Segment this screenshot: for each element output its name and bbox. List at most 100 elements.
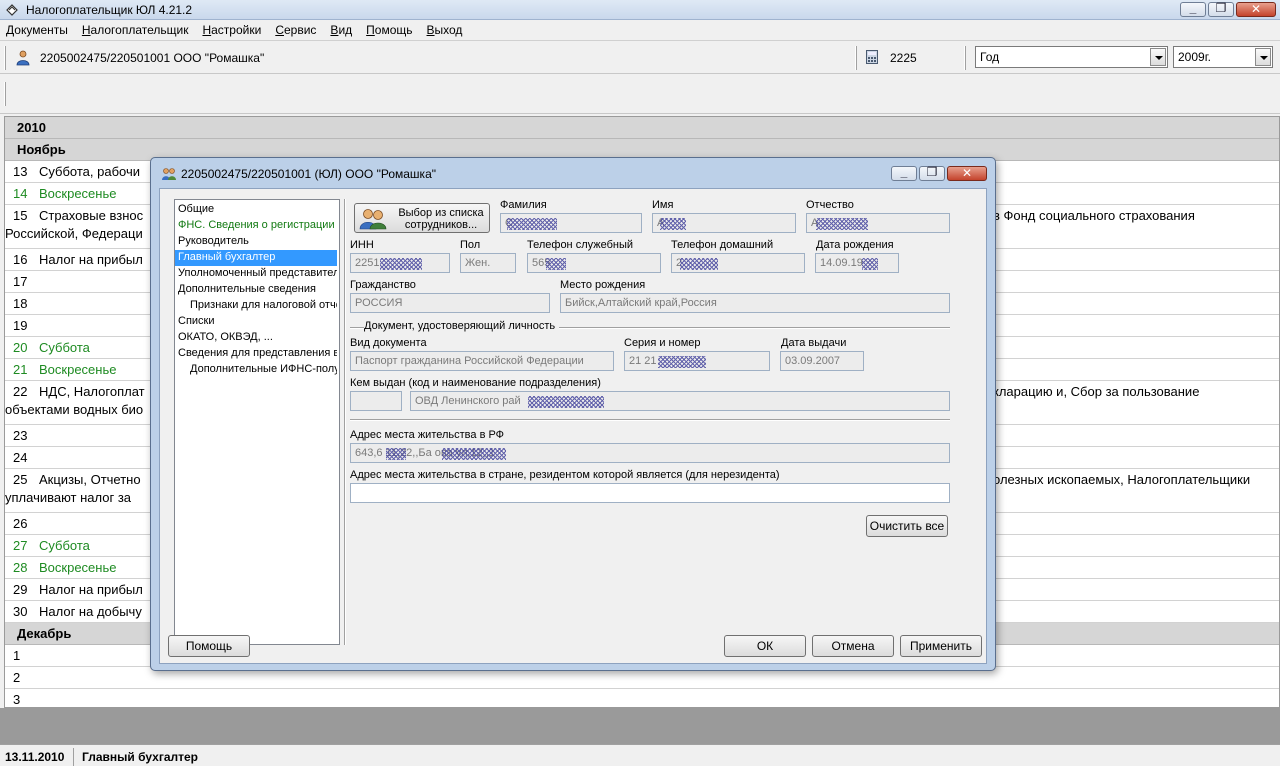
calendar-day-events: Налог на добычу <box>39 604 142 619</box>
clear-all-button[interactable]: Очистить все <box>866 515 948 537</box>
calendar-day-events: Суббота, рабочи <box>39 164 141 179</box>
calendar-day-events: Суббота <box>39 340 90 355</box>
status-date: 13.11.2010 <box>0 748 74 766</box>
name-label: Имя <box>652 199 674 211</box>
calendar-month-name: Декабрь <box>17 626 72 641</box>
gender-value: Жен. <box>465 257 491 269</box>
nav-item[interactable]: Дополнительные ИФНС-получатели <box>187 362 337 378</box>
issue-date-field[interactable]: 03.09.2007 <box>780 351 864 371</box>
section-tree: Общие ФНС. Сведения о регистрации Руководи… <box>174 199 340 645</box>
calendar-day-number: 13 <box>13 164 28 179</box>
calendar-day-number: 16 <box>13 252 28 267</box>
citizenship-label: Гражданство <box>350 279 416 291</box>
calendar-year: 2010 <box>17 120 46 135</box>
gender-field[interactable]: Жен. <box>460 253 516 273</box>
nav-item[interactable]: Руководитель <box>175 234 337 250</box>
redaction-mark <box>380 258 422 270</box>
redaction-mark <box>507 218 557 230</box>
doc-type-field[interactable]: Паспорт гражданина Российской Федерации <box>350 351 614 371</box>
issued-by-value: ОВД Ленинского рай <box>415 395 521 407</box>
menu-exit[interactable]: Выход <box>427 23 463 37</box>
dialog-close-button[interactable]: ✕ <box>947 166 987 181</box>
nav-item[interactable]: Сведения для представления в <box>175 346 337 362</box>
period-year-select[interactable]: 2009г. <box>1173 46 1273 68</box>
calendar-day-number: 22 <box>13 384 28 399</box>
menu-view[interactable]: Вид <box>330 23 352 37</box>
address-rf-label: Адрес места жительства в РФ <box>350 429 505 441</box>
address-rf-field[interactable]: 643,6 11,22,,Ба ова ул,12,,1 <box>350 443 950 463</box>
calendar-day-events: Налог на прибыл <box>39 252 143 267</box>
address-foreign-field[interactable] <box>350 483 950 503</box>
toolbar-grip[interactable] <box>964 46 966 70</box>
birth-date-field[interactable]: 14.09.19 <box>815 253 899 273</box>
nav-item[interactable]: Списки <box>175 314 337 330</box>
pick-employee-button[interactable]: Выбор из списка сотрудников... <box>354 203 490 233</box>
dialog-minimize-button[interactable]: _ <box>891 165 917 181</box>
toolbar-grip[interactable] <box>855 46 857 70</box>
calendar-day-events: Воскресенье <box>39 560 117 575</box>
calendar-day-number: 27 <box>13 538 28 553</box>
menu-help[interactable]: Помощь <box>366 23 412 37</box>
status-bar: 13.11.2010 Главный бухгалтер <box>0 744 1280 766</box>
menu-documents[interactable]: Документы <box>6 23 68 37</box>
nav-item[interactable]: Главный бухгалтер <box>175 250 337 266</box>
series-number-label: Серия и номер <box>624 337 701 349</box>
calendar-day-row[interactable]: 3 <box>5 689 1279 707</box>
toolbar-grip[interactable] <box>4 82 6 106</box>
ok-button[interactable]: ОК <box>724 635 806 657</box>
calendar-day-events: Воскресенье <box>39 186 117 201</box>
app-icon <box>6 4 18 16</box>
chevron-down-icon[interactable] <box>1255 48 1271 66</box>
chevron-down-icon[interactable] <box>1150 48 1166 66</box>
calendar-day-events: Страховые взнос <box>39 208 144 223</box>
pick-employee-label: Выбор из списка сотрудников... <box>398 207 484 231</box>
calendar-day-events-line2: объектами водных био <box>5 402 144 417</box>
gender-label: Пол <box>460 239 481 251</box>
restore-button[interactable]: ❐ <box>1208 1 1234 17</box>
calendar-empty-area <box>0 708 1280 744</box>
help-button[interactable]: Помощь <box>168 635 250 657</box>
nav-item[interactable]: Общие <box>175 202 337 218</box>
issue-date-label: Дата выдачи <box>781 337 847 349</box>
issued-by-field[interactable]: ОВД Ленинского рай <box>410 391 950 411</box>
redaction-mark <box>658 356 706 368</box>
menu-taxpayer[interactable]: Налогоплательщик <box>82 23 189 37</box>
period-year-value: 2009г. <box>1178 50 1211 64</box>
calendar-day-events-continued: олезных ископаемых, Налогоплательщики <box>993 472 1251 487</box>
surname-label: Фамилия <box>500 199 547 211</box>
toolbar-grip[interactable] <box>4 46 6 70</box>
birth-date-label: Дата рождения <box>816 239 894 251</box>
app-title-bar: Налогоплательщик ЮЛ 4.21.2 _ ❐ ✕ <box>0 0 1280 20</box>
issued-by-code-field[interactable] <box>350 391 402 411</box>
calendar-day-events: Налог на прибыл <box>39 582 143 597</box>
menu-settings[interactable]: Настройки <box>202 23 261 37</box>
nav-item[interactable]: ФНС. Сведения о регистрации <box>175 218 337 234</box>
period-type-select[interactable]: Год <box>975 46 1168 68</box>
calendar-day-number: 21 <box>13 362 28 377</box>
calendar-day-number: 23 <box>13 428 28 443</box>
issue-date-value: 03.09.2007 <box>785 355 841 367</box>
calendar-day-number: 29 <box>13 582 28 597</box>
apply-button[interactable]: Применить <box>900 635 982 657</box>
citizenship-field[interactable]: РОССИЯ <box>350 293 550 313</box>
calendar-day-number: 3 <box>13 692 21 707</box>
employees-icon <box>359 209 387 230</box>
calendar-day-number: 20 <box>13 340 28 355</box>
splitter[interactable] <box>344 199 346 645</box>
nav-item[interactable]: Признаки для налоговой отчетности <box>187 298 337 314</box>
menu-service[interactable]: Сервис <box>275 23 316 37</box>
menu-bar: Документы Налогоплательщик Настройки Сер… <box>0 20 1280 40</box>
id-document-group-title: Документ, удостоверяющий личность <box>364 320 560 332</box>
dialog-restore-button[interactable]: ❐ <box>919 165 945 181</box>
minimize-button[interactable]: _ <box>1180 1 1206 17</box>
inspection-code: 2225 <box>890 51 917 65</box>
close-button[interactable]: ✕ <box>1236 2 1276 17</box>
cancel-button[interactable]: Отмена <box>812 635 894 657</box>
nav-item[interactable]: Дополнительные сведения <box>175 282 337 298</box>
birth-place-field[interactable]: Бийск,Алтайский край,Россия <box>560 293 950 313</box>
nav-item[interactable]: ОКАТО, ОКВЭД, ... <box>175 330 337 346</box>
toolbar: 2205002475/220501001 ООО "Ромашка" 2225 … <box>0 40 1280 74</box>
calendar-day-events: Воскресенье <box>39 362 117 377</box>
nav-item[interactable]: Уполномоченный представитель <box>175 266 337 282</box>
calendar-day-number: 17 <box>13 274 28 289</box>
